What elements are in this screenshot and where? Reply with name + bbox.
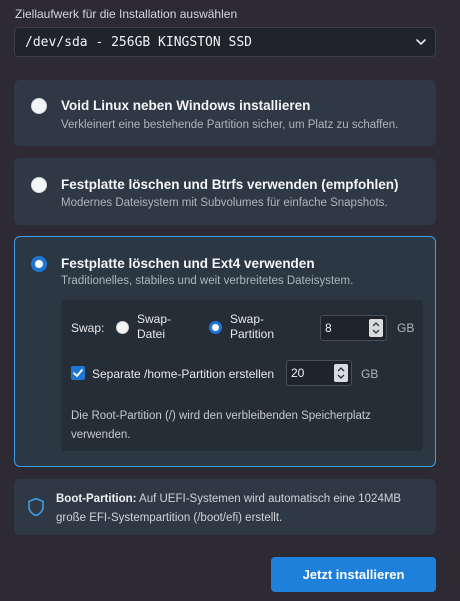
option-description: Modernes Dateisystem mit Subvolumes für … xyxy=(61,197,388,209)
swap-file-label: Swap- Datei xyxy=(137,312,172,341)
option-erase-ext4[interactable]: Festplatte löschen und Ext4 verwenden Tr… xyxy=(14,236,436,467)
drive-select-value: /dev/sda - 256GB KINGSTON SSD xyxy=(25,34,252,50)
option-void-alongside-windows[interactable]: Void Linux neben Windows installieren Ve… xyxy=(14,80,436,146)
spinner-arrows-icon[interactable] xyxy=(369,319,383,337)
checkmark-icon xyxy=(73,369,83,378)
option-description: Traditionelles, stabiles und weit verbre… xyxy=(61,275,354,287)
swap-size-spinbox[interactable]: 8 xyxy=(320,315,387,341)
spinner-arrows-icon[interactable] xyxy=(334,364,348,382)
swap-partition-label: Swap- Partition xyxy=(230,312,275,341)
option-title: Festplatte löschen und Ext4 verwenden xyxy=(61,256,315,271)
option-description: Verkleinert eine bestehende Partition si… xyxy=(61,119,399,131)
option-radio[interactable] xyxy=(31,98,47,114)
drive-select-label: Ziellaufwerk für die Installation auswäh… xyxy=(15,7,238,21)
option-title: Void Linux neben Windows installieren xyxy=(61,98,311,113)
option-erase-btrfs[interactable]: Festplatte löschen und Btrfs verwenden (… xyxy=(14,158,436,225)
option-radio[interactable] xyxy=(31,177,47,193)
swap-file-radio[interactable] xyxy=(116,321,129,334)
boot-partition-info: Boot-Partition: Auf UEFI-Systemen wird a… xyxy=(14,479,436,535)
option-title: Festplatte löschen und Btrfs verwenden (… xyxy=(61,177,399,192)
home-size-value: 20 xyxy=(291,366,305,380)
home-partition-checkbox[interactable] xyxy=(71,366,85,380)
install-now-button[interactable]: Jetzt installieren xyxy=(271,557,436,592)
swap-size-unit: GB xyxy=(397,321,415,335)
option-radio[interactable] xyxy=(31,256,47,272)
home-partition-label: Separate /home-Partition erstellen xyxy=(92,367,275,381)
home-size-spinbox[interactable]: 20 xyxy=(286,360,352,386)
boot-partition-text: Boot-Partition: Auf UEFI-Systemen wird a… xyxy=(56,493,402,524)
drive-select[interactable]: /dev/sda - 256GB KINGSTON SSD xyxy=(14,27,436,57)
home-size-unit: GB xyxy=(361,367,379,381)
boot-partition-title: Boot-Partition: xyxy=(56,493,137,505)
root-partition-note: Die Root-Partition (/) wird den verbleib… xyxy=(71,410,371,441)
swap-label: Swap: xyxy=(71,321,105,335)
chevron-down-icon xyxy=(416,39,426,46)
ext4-settings-panel: Swap: Swap- Datei Swap- Partition 8 GB Sep… xyxy=(61,300,423,451)
swap-partition-radio[interactable] xyxy=(209,321,222,334)
shield-icon xyxy=(28,497,44,517)
swap-size-value: 8 xyxy=(325,321,332,335)
